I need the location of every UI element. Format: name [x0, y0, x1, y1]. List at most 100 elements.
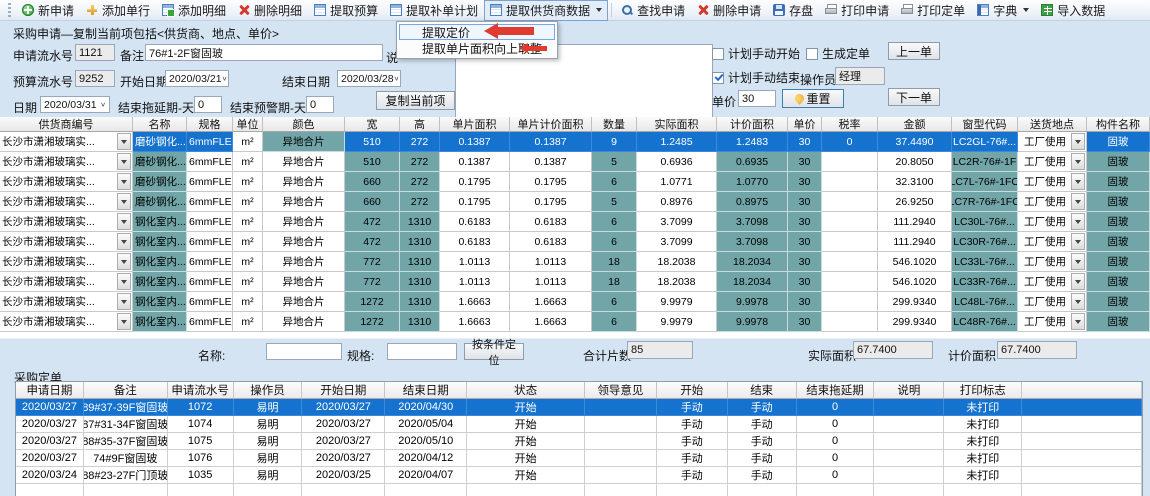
grid-cell[interactable]: 长沙市潇湘玻璃实...	[0, 292, 133, 312]
grid-cell[interactable]: 6mmFLE...	[187, 132, 233, 152]
grid-cell[interactable]: 磨砂钢化...	[133, 172, 187, 192]
grid-cell[interactable]: 30	[788, 172, 822, 192]
table-cell[interactable]: 未打印	[944, 433, 1022, 450]
table-cell[interactable]: 0	[797, 416, 875, 433]
combo-arrow-icon[interactable]	[117, 133, 131, 150]
locate-name-field[interactable]	[266, 343, 342, 360]
grid-cell[interactable]: 工厂使用	[1018, 212, 1087, 232]
table-row[interactable]: 2020/03/2788#35-37F窗固玻1075易明2020/03/2720…	[16, 433, 1142, 450]
table-cell[interactable]: 手动	[657, 399, 728, 416]
table-cell[interactable]: 易明	[234, 433, 303, 450]
grid-cell[interactable]: 1.0771	[637, 172, 717, 192]
table-cell[interactable]: 手动	[728, 450, 797, 467]
chevron-down-icon[interactable]: ∨	[100, 101, 106, 108]
grid-cell[interactable]: 0.1795	[510, 192, 592, 212]
grid-cell[interactable]: 固玻	[1087, 272, 1150, 292]
column-header[interactable]: 税率	[822, 117, 878, 132]
grid-cell[interactable]: 111.2940	[878, 212, 952, 232]
grid-cell[interactable]: m²	[233, 232, 263, 252]
grid-cell[interactable]: m²	[233, 272, 263, 292]
grid-cell[interactable]: 钢化室内...	[133, 292, 187, 312]
grid-cell[interactable]: 1.6663	[510, 292, 592, 312]
grid-cell[interactable]: 0.6935	[717, 152, 788, 172]
column-header[interactable]: 单片面积	[440, 117, 510, 132]
combo-arrow-icon[interactable]	[1071, 313, 1085, 330]
grid-cell[interactable]: 30	[788, 212, 822, 232]
grid-cell[interactable]: 异地合片	[263, 232, 345, 252]
grid-cell[interactable]: 6mmFLE...	[187, 212, 233, 232]
column-header[interactable]: 状态	[467, 382, 585, 399]
grid-cell[interactable]: 0	[822, 132, 878, 152]
grid-cell[interactable]: 546.1020	[878, 252, 952, 272]
grid-cell[interactable]: LC2GL-76#...	[952, 132, 1018, 152]
table-cell[interactable]: 易明	[234, 467, 303, 484]
grid-cell[interactable]: 510	[345, 152, 400, 172]
table-row[interactable]: 2020/03/2789#37-39F窗固玻1072易明2020/03/2720…	[16, 399, 1142, 416]
grid-cell[interactable]: 工厂使用	[1018, 132, 1087, 152]
generate-order-checkbox[interactable]: 生成定单	[806, 45, 870, 62]
column-header[interactable]: 数量	[592, 117, 637, 132]
table-cell[interactable]: 0	[797, 450, 875, 467]
grid-cell[interactable]: 9.9978	[717, 292, 788, 312]
table-cell[interactable]	[1022, 433, 1142, 450]
end-delay-field[interactable]	[194, 96, 222, 113]
next-order-button[interactable]: 下一单	[888, 88, 940, 106]
grid-cell[interactable]: 5	[592, 152, 637, 172]
table-row[interactable]: 2020/03/2787#31-34F窗固玻1074易明2020/03/2720…	[16, 416, 1142, 433]
grid-cell[interactable]: 工厂使用	[1018, 252, 1087, 272]
table-cell[interactable]: 手动	[728, 416, 797, 433]
grid-cell[interactable]	[822, 152, 878, 172]
grid-cell[interactable]: 固玻	[1087, 152, 1150, 172]
grid-cell[interactable]: 1310	[400, 312, 440, 332]
column-header[interactable]: 供货商编号	[0, 117, 133, 132]
combo-arrow-icon[interactable]	[117, 273, 131, 290]
grid-cell[interactable]: 30	[788, 132, 822, 152]
column-header[interactable]: 宽	[345, 117, 400, 132]
extract-budget-button[interactable]: 提取预算	[308, 0, 384, 21]
total-pieces-field[interactable]	[627, 341, 693, 359]
table-cell[interactable]: 易明	[234, 450, 303, 467]
grid-cell[interactable]: 固玻	[1087, 232, 1150, 252]
grid-cell[interactable]: 1310	[400, 232, 440, 252]
combo-arrow-icon[interactable]	[117, 153, 131, 170]
grid-cell[interactable]: 26.9250	[878, 192, 952, 212]
grid-cell[interactable]: 1272	[345, 312, 400, 332]
grid-cell[interactable]	[822, 192, 878, 212]
chevron-down-icon[interactable]	[596, 8, 602, 12]
table-cell[interactable]: 开始	[467, 399, 585, 416]
table-cell[interactable]	[874, 450, 944, 467]
table-cell[interactable]	[585, 416, 657, 433]
grid-cell[interactable]: 异地合片	[263, 272, 345, 292]
grid-cell[interactable]: 钢化室内...	[133, 232, 187, 252]
grid-cell[interactable]: 6	[592, 312, 637, 332]
grid-cell[interactable]: 6mmFLE...	[187, 312, 233, 332]
table-cell[interactable]: 未打印	[944, 416, 1022, 433]
grid-cell[interactable]: 3.7098	[717, 232, 788, 252]
grid-cell[interactable]: 111.2940	[878, 232, 952, 252]
column-header[interactable]: 单位	[233, 117, 263, 132]
combo-arrow-icon[interactable]	[1071, 193, 1085, 210]
table-cell[interactable]	[585, 450, 657, 467]
grid-cell[interactable]: 9	[592, 132, 637, 152]
column-header[interactable]: 规格	[187, 117, 233, 132]
combo-arrow-icon[interactable]	[1071, 273, 1085, 290]
column-header[interactable]: 送货地点	[1018, 117, 1087, 132]
grid-cell[interactable]: 18.2038	[637, 272, 717, 292]
table-cell[interactable]: 89#37-39F窗固玻	[84, 399, 168, 416]
grid-cell[interactable]: 长沙市潇湘玻璃实...	[0, 312, 133, 332]
grid-cell[interactable]: 18.2034	[717, 272, 788, 292]
combo-arrow-icon[interactable]	[1071, 213, 1085, 230]
grid-cell[interactable]: 1.2485	[637, 132, 717, 152]
grid-cell[interactable]: 固玻	[1087, 252, 1150, 272]
combo-arrow-icon[interactable]	[1071, 153, 1085, 170]
column-header[interactable]: 颜色	[263, 117, 345, 132]
grid-cell[interactable]: 固玻	[1087, 212, 1150, 232]
grid-cell[interactable]: 772	[345, 272, 400, 292]
manual-end-checkbox[interactable]: 计划手动结束	[712, 69, 800, 86]
end-date-picker[interactable]: 2020/03/28∨	[337, 70, 401, 87]
grid-cell[interactable]: 0.1795	[440, 192, 510, 212]
combo-arrow-icon[interactable]	[1071, 293, 1085, 310]
table-row[interactable]: 2020/03/2774#9F窗固玻1076易明2020/03/272020/0…	[16, 450, 1142, 467]
previous-order-button[interactable]: 上一单	[888, 42, 940, 60]
column-header[interactable]: 打印标志	[944, 382, 1022, 399]
